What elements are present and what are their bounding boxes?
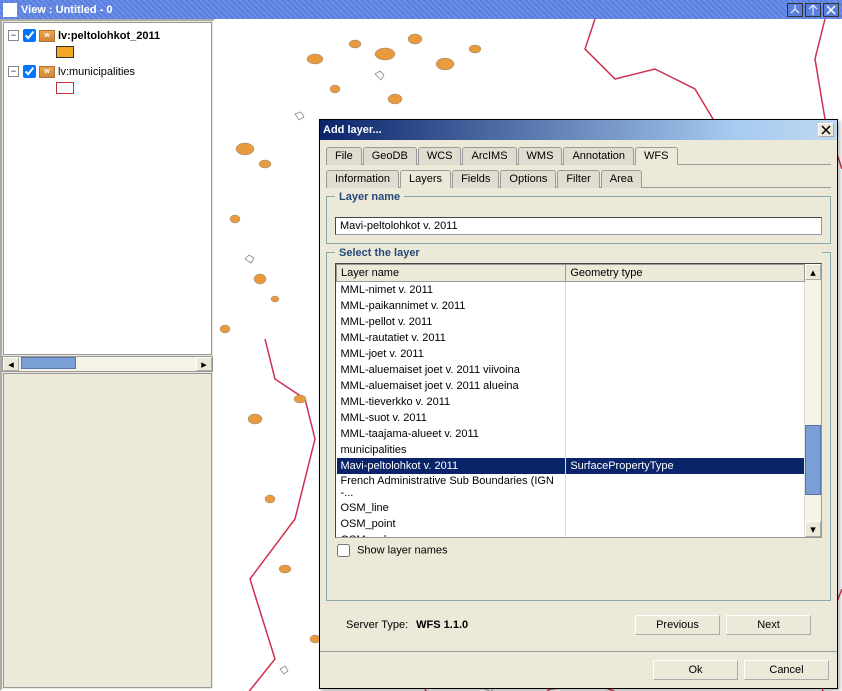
cancel-button[interactable]: Cancel — [744, 660, 829, 680]
layer-name-legend: Layer name — [335, 191, 404, 203]
previous-button[interactable]: Previous — [635, 615, 720, 635]
sub-tabs: Information Layers Fields Options Filter… — [326, 169, 831, 188]
table-row[interactable]: MML-aluemaiset joet v. 2011 alueina — [337, 378, 805, 394]
dialog-title: Add layer... — [323, 124, 382, 136]
layer-label: lv:municipalities — [58, 66, 135, 78]
table-row[interactable]: OSM_point — [337, 516, 805, 532]
scroll-up-arrow[interactable]: ▴ — [805, 264, 821, 280]
table-row[interactable]: MML-paikannimet v. 2011 — [337, 298, 805, 314]
subtab-layers[interactable]: Layers — [400, 170, 451, 188]
dialog-close-button[interactable] — [818, 123, 834, 137]
scroll-right-arrow[interactable]: ▸ — [196, 357, 212, 371]
minimize-button[interactable] — [787, 3, 803, 17]
layer-swatch — [56, 82, 74, 94]
wfs-layer-icon: w — [39, 66, 55, 78]
table-row[interactable]: municipalities — [337, 442, 805, 458]
tab-arcims[interactable]: ArcIMS — [462, 147, 516, 165]
tree-item[interactable]: − w lv:municipalities — [8, 63, 207, 80]
table-row[interactable]: MML-pellot v. 2011 — [337, 314, 805, 330]
tab-geodb[interactable]: GeoDB — [363, 147, 417, 165]
show-layer-names-label: Show layer names — [357, 544, 448, 556]
tab-wfs[interactable]: WFS — [635, 147, 677, 165]
scroll-left-arrow[interactable]: ◂ — [3, 357, 19, 371]
layer-label: lv:peltolohkot_2011 — [58, 30, 160, 42]
subtab-information[interactable]: Information — [326, 170, 399, 188]
tab-annotation[interactable]: Annotation — [563, 147, 634, 165]
scroll-thumb[interactable] — [805, 425, 821, 495]
server-type-label: Server Type: — [346, 619, 408, 631]
window-icon — [3, 3, 17, 17]
layer-panel: − w lv:peltolohkot_2011 − w lv:municipal… — [0, 19, 215, 691]
tree-item[interactable]: − w lv:peltolohkot_2011 — [8, 27, 207, 44]
subtab-fields[interactable]: Fields — [452, 170, 499, 188]
scroll-thumb[interactable] — [21, 357, 76, 369]
next-button[interactable]: Next — [726, 615, 811, 635]
table-row[interactable]: MML-joet v. 2011 — [337, 346, 805, 362]
layer-visibility-checkbox[interactable] — [23, 29, 36, 42]
top-tabs: File GeoDB WCS ArcIMS WMS Annotation WFS — [326, 146, 831, 165]
window-title: View : Untitled - 0 — [21, 4, 112, 16]
layer-table[interactable]: Layer name Geometry type MML-nimet v. 20… — [336, 264, 805, 538]
dialog-titlebar[interactable]: Add layer... — [320, 120, 837, 140]
collapse-icon[interactable]: − — [8, 66, 19, 77]
layer-swatch — [56, 46, 74, 58]
wfs-layer-icon: w — [39, 30, 55, 42]
table-row[interactable]: MML-taajama-alueet v. 2011 — [337, 426, 805, 442]
scroll-down-arrow[interactable]: ▾ — [805, 521, 821, 537]
tab-file[interactable]: File — [326, 147, 362, 165]
table-row[interactable]: MML-aluemaiset joet v. 2011 viivoina — [337, 362, 805, 378]
tab-wms[interactable]: WMS — [518, 147, 563, 165]
horizontal-scrollbar[interactable]: ◂ ▸ — [2, 356, 213, 372]
subtab-options[interactable]: Options — [500, 170, 556, 188]
vertical-scrollbar[interactable]: ▴ ▾ — [805, 264, 821, 537]
table-row[interactable]: OSM_polygon — [337, 532, 805, 539]
select-layer-legend: Select the layer — [335, 247, 822, 259]
window-titlebar: View : Untitled - 0 — [0, 0, 842, 19]
server-type-value: WFS 1.1.0 — [416, 619, 468, 631]
subtab-area[interactable]: Area — [601, 170, 642, 188]
layer-tree[interactable]: − w lv:peltolohkot_2011 − w lv:municipal… — [3, 22, 212, 355]
table-row[interactable]: French Administrative Sub Boundaries (IG… — [337, 474, 805, 500]
layer-visibility-checkbox[interactable] — [23, 65, 36, 78]
select-layer-fieldset: Select the layer Layer name Geometry typ… — [326, 252, 831, 601]
table-row[interactable]: MML-suot v. 2011 — [337, 410, 805, 426]
table-row[interactable]: MML-tieverkko v. 2011 — [337, 394, 805, 410]
col-geometry-type[interactable]: Geometry type — [566, 265, 805, 282]
subtab-filter[interactable]: Filter — [557, 170, 599, 188]
table-row[interactable]: MML-nimet v. 2011 — [337, 282, 805, 298]
table-row[interactable]: MML-rautatiet v. 2011 — [337, 330, 805, 346]
col-layer-name[interactable]: Layer name — [337, 265, 566, 282]
add-layer-dialog: Add layer... File GeoDB WCS ArcIMS WMS A… — [319, 119, 838, 689]
close-button[interactable] — [823, 3, 839, 17]
layer-name-input[interactable] — [335, 217, 822, 235]
collapse-icon[interactable]: − — [8, 30, 19, 41]
tab-wcs[interactable]: WCS — [418, 147, 462, 165]
ok-button[interactable]: Ok — [653, 660, 738, 680]
table-row[interactable]: OSM_line — [337, 500, 805, 516]
table-row[interactable]: Mavi-peltolohkot v. 2011SurfacePropertyT… — [337, 458, 805, 474]
layer-name-fieldset: Layer name — [326, 196, 831, 244]
maximize-button[interactable] — [805, 3, 821, 17]
show-layer-names-checkbox[interactable] — [337, 544, 350, 557]
panel-lower — [3, 373, 212, 688]
